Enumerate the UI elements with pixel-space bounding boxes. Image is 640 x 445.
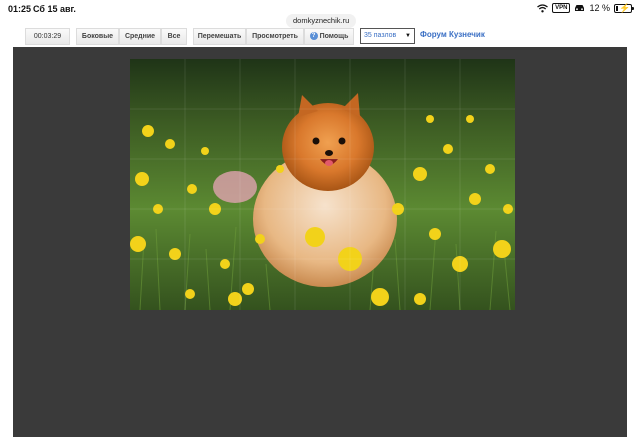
status-indicators: VPN 12 % ⚡: [537, 2, 634, 13]
shuffle-button[interactable]: Перемешать: [193, 28, 246, 45]
help-icon: ?: [309, 32, 318, 41]
pieces-count-select[interactable]: 35 пазлов ▼: [360, 28, 415, 44]
pieces-count-value: 35 пазлов: [364, 32, 397, 39]
all-pieces-button[interactable]: Все: [161, 28, 187, 45]
puzzle-toolbar: 00:03:29 Боковые Средние Все Перемешать …: [0, 28, 640, 46]
car-icon: [575, 5, 585, 11]
status-time: 01:25: [8, 4, 32, 14]
status-date: Сб 15 авг.: [33, 4, 76, 14]
battery-fill: [616, 5, 618, 11]
middle-pieces-button[interactable]: Средние: [119, 28, 161, 45]
forum-link[interactable]: Форум Кузнечик: [420, 30, 485, 39]
pomeranian-dog-image: [130, 59, 515, 310]
timer-display: 00:03:29: [25, 28, 70, 45]
preview-button[interactable]: Просмотреть: [246, 28, 304, 45]
charging-icon: ⚡: [619, 2, 631, 13]
puzzle-image[interactable]: [130, 59, 515, 310]
vpn-badge: VPN: [552, 3, 571, 13]
wifi-icon: [537, 3, 549, 12]
help-button[interactable]: ? Помощь: [304, 28, 354, 45]
side-pieces-button[interactable]: Боковые: [76, 28, 119, 45]
dropdown-arrow-icon: ▼: [405, 33, 411, 39]
help-label: Помощь: [319, 33, 349, 40]
address-bar[interactable]: domkyznechik.ru: [286, 14, 357, 28]
battery-icon: ⚡: [614, 2, 634, 13]
battery-percent: 12 %: [589, 3, 610, 13]
